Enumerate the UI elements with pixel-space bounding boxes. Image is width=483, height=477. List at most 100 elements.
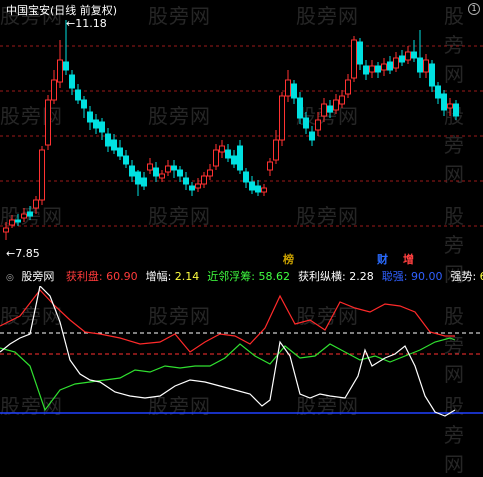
candle-body	[141, 177, 147, 187]
candle-body	[255, 185, 261, 193]
line-huoli-zongheng	[0, 286, 456, 417]
indicator-item-label: 获利纵横:	[298, 270, 346, 283]
candle-body	[207, 169, 213, 177]
candle-body	[435, 85, 441, 99]
candle-body	[147, 163, 153, 171]
indicator-item-value: 90.00	[407, 270, 443, 283]
indicator-item: 增幅: 2.14	[146, 270, 204, 283]
candle-body	[417, 57, 423, 73]
low-price-label: ←7.85	[6, 247, 40, 260]
candle-body	[75, 89, 81, 101]
candle-body	[423, 59, 429, 73]
candle-body	[189, 185, 195, 191]
candle-body	[441, 93, 447, 111]
candle-body	[39, 149, 45, 201]
candle-body	[267, 161, 273, 171]
candle-body	[453, 103, 459, 117]
candle-body	[429, 63, 435, 87]
candle-body	[15, 219, 21, 223]
candle-body	[345, 79, 351, 95]
candle-body	[93, 119, 99, 129]
indicator-item: 获利纵横: 2.28	[298, 270, 378, 283]
candle-body	[375, 65, 381, 73]
candle-body	[303, 117, 309, 129]
indicator-item-label: 获利盘:	[65, 270, 103, 283]
indicator-chart[interactable]	[0, 286, 483, 423]
candle-body	[45, 99, 51, 146]
candle-body	[69, 74, 75, 89]
indicator-legend: ◎ 股旁网 获利盘: 60.90 增幅: 2.14 近邻浮筹: 58.62 获利纵横:…	[0, 268, 483, 286]
candle-body	[27, 211, 33, 217]
candle-body	[57, 59, 63, 83]
indicator-icon: ◎	[6, 273, 14, 283]
candle-body	[357, 41, 363, 65]
candle-body	[387, 61, 393, 71]
indicator-item-label: 聪强:	[381, 270, 408, 283]
candle-body	[333, 99, 339, 111]
indicator-item: 获利盘: 60.90	[66, 270, 142, 283]
indicator-item: 强势: 65	[450, 270, 483, 283]
high-price-label: ←11.18	[66, 17, 107, 30]
candle-body	[201, 175, 207, 185]
candle-body	[123, 155, 129, 165]
line-huoli-pan	[0, 289, 455, 353]
tag-zeng[interactable]: 增	[403, 251, 414, 267]
candle-body	[321, 103, 327, 117]
line-jinlin-fuchou	[0, 337, 456, 412]
candle-body	[87, 111, 93, 123]
candle-body	[279, 95, 285, 141]
candle-body	[243, 171, 249, 183]
candle-body	[51, 79, 57, 101]
candle-body	[393, 57, 399, 69]
indicator-item-label: 近邻浮筹:	[207, 270, 256, 283]
candle-body	[165, 165, 171, 173]
indicator-item-label: 增幅:	[145, 270, 172, 283]
indicator-item-value: 2.14	[171, 270, 200, 283]
candle-body	[237, 145, 243, 171]
indicator-item-value: 60.90	[102, 270, 138, 283]
candle-body	[315, 119, 321, 131]
candle-body	[21, 213, 27, 219]
indicator-item: 聪强: 90.00	[382, 270, 447, 283]
candle-body	[261, 187, 267, 193]
candle-body	[411, 51, 417, 59]
candle-body	[249, 181, 255, 191]
candle-body	[117, 147, 123, 157]
candle-body	[309, 131, 315, 141]
candle-body	[135, 171, 141, 185]
candle-body	[3, 227, 9, 233]
candle-body	[399, 55, 405, 63]
candle-body	[129, 165, 135, 177]
candle-body	[339, 95, 345, 105]
indicator-item-value: 2.28	[345, 270, 374, 283]
chart-title: 中国宝安(日线 前复权)	[6, 4, 118, 17]
candle-body	[219, 145, 225, 153]
candle-body	[195, 183, 201, 189]
candle-body	[291, 83, 297, 99]
candle-body	[213, 149, 219, 167]
indicator-item-value: 65	[476, 270, 483, 283]
candle-body	[81, 99, 87, 109]
settings-icon[interactable]: 1	[468, 3, 480, 15]
candle-body	[105, 133, 111, 147]
indicator-name[interactable]: ◎ 股旁网	[6, 270, 62, 283]
candle-body	[231, 155, 237, 165]
tag-cai[interactable]: 财	[377, 251, 388, 267]
candle-body	[183, 177, 189, 185]
candle-body	[225, 149, 231, 159]
candle-body	[285, 79, 291, 97]
candle-body	[33, 199, 39, 209]
candle-body	[9, 219, 15, 226]
candle-body	[369, 65, 375, 73]
tag-bang[interactable]: 榜	[283, 251, 294, 267]
candle-body	[159, 173, 165, 179]
indicator-item-value: 58.62	[255, 270, 291, 283]
candle-body	[171, 165, 177, 171]
candle-body	[63, 61, 69, 71]
candle-body	[99, 121, 105, 133]
indicator-item-label: 强势:	[450, 270, 477, 283]
candle-body	[111, 139, 117, 151]
candlestick-chart[interactable]	[0, 0, 483, 268]
candle-body	[327, 105, 333, 113]
candle-body	[447, 103, 453, 109]
